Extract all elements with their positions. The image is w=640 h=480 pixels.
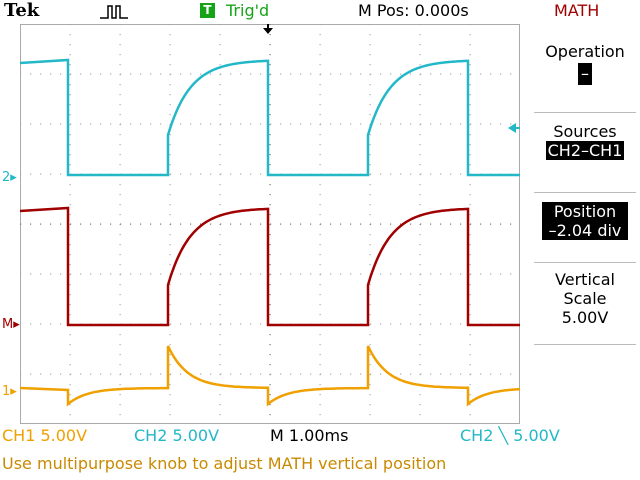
ch2-scale-readout: CH2 5.00V — [134, 426, 220, 445]
operation-label: Operation — [545, 42, 625, 61]
trigger-status-icon: T — [200, 3, 215, 18]
ch1-ground-marker[interactable]: 1▸ — [2, 384, 17, 399]
menu-divider — [534, 262, 636, 263]
ch1-scale-readout: CH1 5.00V — [2, 426, 88, 445]
menu-divider — [534, 112, 636, 113]
timebase-readout: M 1.00ms — [270, 426, 349, 445]
vscale-value: 5.00V — [561, 308, 609, 327]
trigger-position-stem — [267, 24, 269, 29]
arrow-right-icon: ▸ — [10, 170, 17, 185]
status-message: Use multipurpose knob to adjust MATH ver… — [2, 454, 447, 473]
sources-label: Sources — [553, 122, 617, 141]
math-ground-marker[interactable]: M▸ — [2, 317, 20, 332]
menu-divider — [534, 192, 636, 193]
math-marker-label: M — [2, 317, 14, 332]
ch2-ground-marker[interactable]: 2▸ — [2, 170, 17, 185]
sources-value: CH2–CH1 — [545, 141, 625, 160]
trigger-readout: CH2 ╲ 5.00V — [460, 426, 560, 445]
arrow-right-icon: ▸ — [10, 384, 17, 399]
vscale-label-line2: Scale — [563, 289, 607, 308]
operation-value: – — [578, 63, 592, 85]
waveform-display — [20, 24, 520, 424]
vscale-label-line1: Vertical — [555, 270, 615, 289]
menu-position[interactable]: Position –2.04 div — [542, 202, 628, 240]
menu-title: MATH — [554, 1, 600, 20]
ch2-waveform — [20, 58, 520, 177]
acquire-pulse-icon — [100, 5, 128, 19]
position-value: –2.04 div — [548, 221, 622, 240]
side-menu: Operation – Sources CH2–CH1 Position –2.… — [530, 24, 640, 424]
arrow-right-icon: ▸ — [13, 317, 20, 332]
menu-sources[interactable]: Sources CH2–CH1 — [534, 122, 636, 160]
trigger-status: Trig'd — [226, 1, 270, 20]
trigger-level-stem — [514, 127, 520, 129]
position-label: Position — [553, 202, 617, 221]
top-status-bar: Tek T Trig'd M Pos: 0.000s MATH — [0, 0, 640, 22]
menu-operation[interactable]: Operation – — [534, 42, 636, 85]
graticule — [20, 24, 520, 424]
horizontal-position-readout: M Pos: 0.000s — [358, 1, 469, 20]
brand-logo: Tek — [4, 0, 40, 21]
menu-divider — [534, 344, 636, 345]
math-waveform — [20, 206, 520, 327]
menu-vertical-scale[interactable]: Vertical Scale 5.00V — [534, 270, 636, 327]
